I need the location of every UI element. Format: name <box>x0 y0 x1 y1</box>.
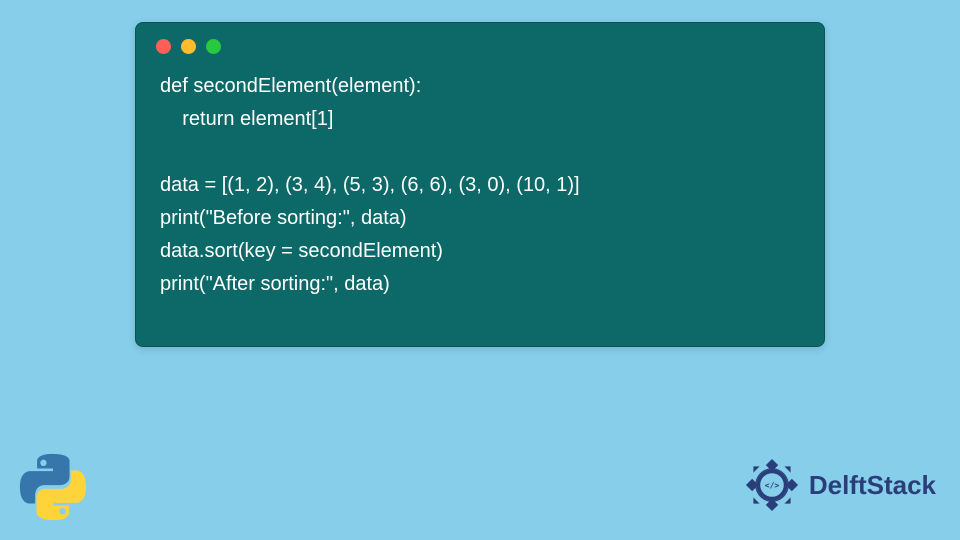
delftstack-icon: </> <box>741 454 803 516</box>
python-logo-icon <box>18 452 88 522</box>
code-window: def secondElement(element): return eleme… <box>135 22 825 347</box>
delftstack-logo: </> DelftStack <box>741 454 936 516</box>
svg-text:</>: </> <box>765 481 780 490</box>
code-block: def secondElement(element): return eleme… <box>136 62 824 321</box>
close-icon <box>156 39 171 54</box>
traffic-lights <box>136 23 824 62</box>
maximize-icon <box>206 39 221 54</box>
minimize-icon <box>181 39 196 54</box>
brand-name: DelftStack <box>809 470 936 501</box>
